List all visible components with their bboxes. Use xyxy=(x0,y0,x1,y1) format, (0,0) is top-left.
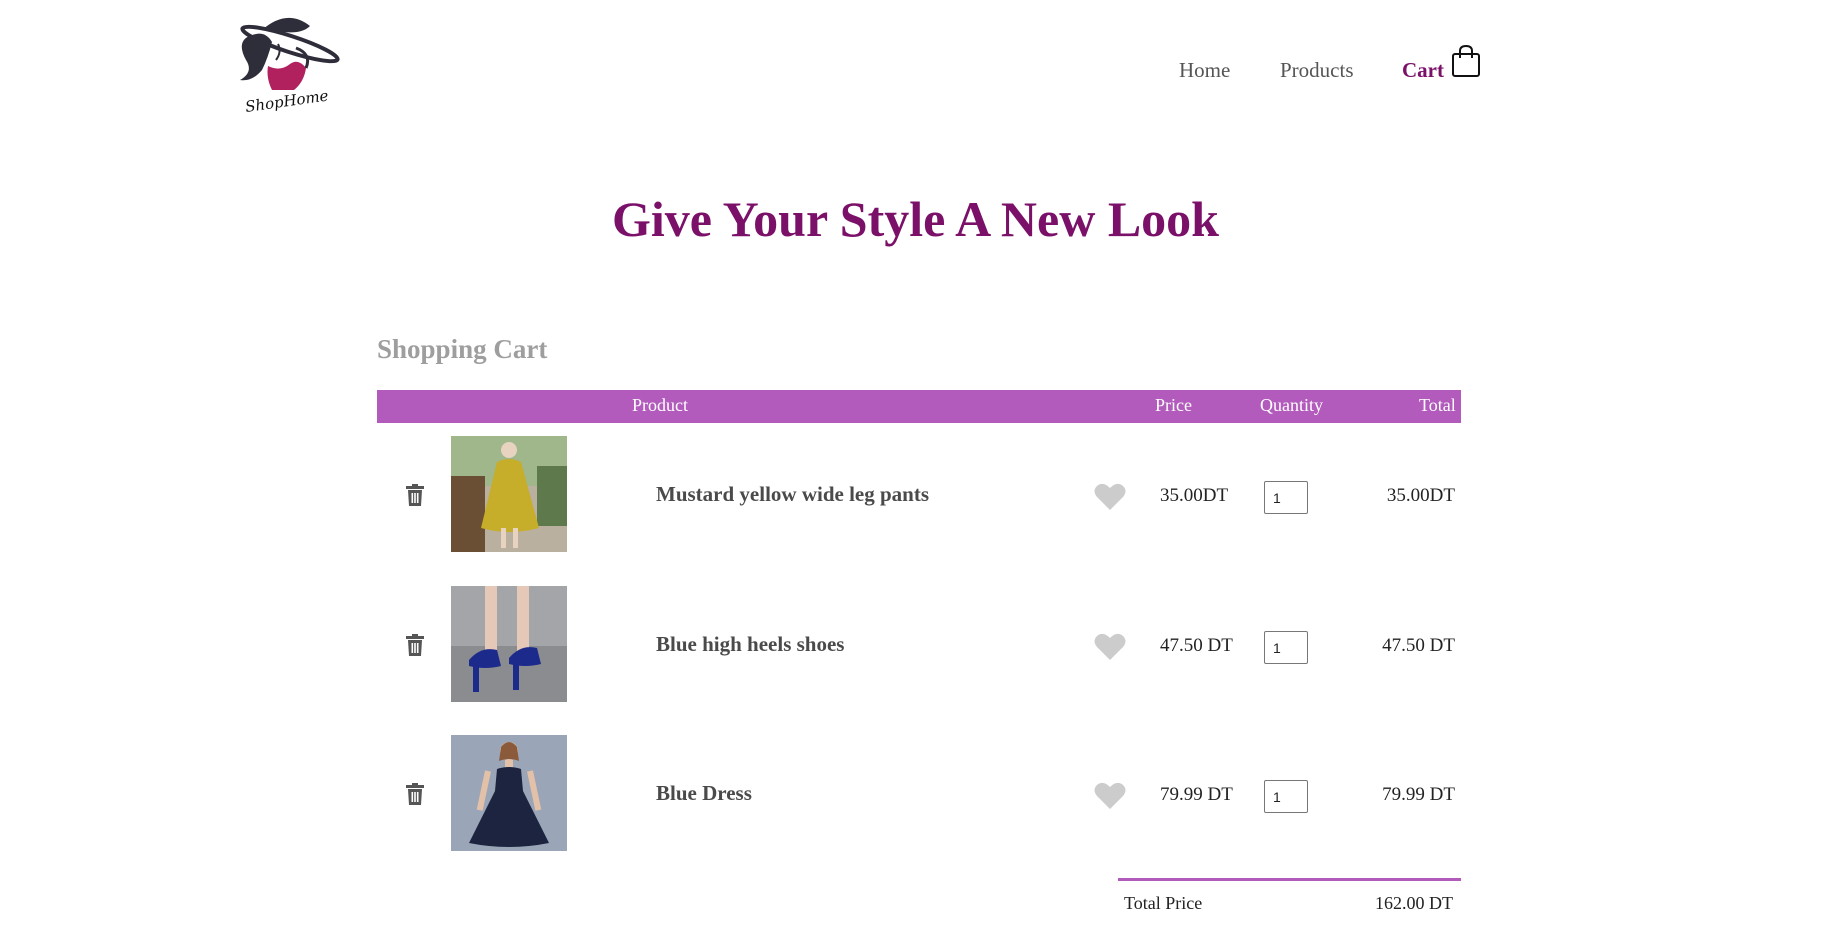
cart-row: Mustard yellow wide leg pants 35.00DT 35… xyxy=(377,436,1461,552)
product-price: 79.99 DT xyxy=(1160,784,1233,805)
row-total: 47.50 DT xyxy=(1382,635,1455,656)
total-price-label: Total Price xyxy=(1124,893,1203,913)
nav-products-link[interactable]: Products xyxy=(1280,58,1354,83)
product-price: 35.00DT xyxy=(1160,485,1229,506)
heart-icon[interactable] xyxy=(1094,782,1126,810)
trash-icon[interactable] xyxy=(405,484,425,506)
row-total: 79.99 DT xyxy=(1382,784,1455,805)
quantity-input[interactable] xyxy=(1264,780,1308,813)
blue-heels-photo xyxy=(451,586,567,702)
quantity-input[interactable] xyxy=(1264,631,1308,664)
product-image-mustard[interactable] xyxy=(451,436,567,552)
cart-row: Blue Dress 79.99 DT 79.99 DT xyxy=(377,735,1461,851)
cart-table-header: Product Price Quantity Total xyxy=(377,390,1461,423)
header-quantity: Quantity xyxy=(1260,395,1323,415)
cart-row: Blue high heels shoes 47.50 DT 47.50 DT xyxy=(377,586,1461,702)
heart-icon[interactable] xyxy=(1094,633,1126,661)
trash-icon[interactable] xyxy=(405,634,425,656)
mustard-outfit-photo xyxy=(451,436,567,552)
row-total: 35.00DT xyxy=(1386,485,1455,506)
header-product: Product xyxy=(632,395,688,415)
header-total: Total xyxy=(1419,395,1456,415)
shopping-bag-icon[interactable] xyxy=(1451,44,1481,78)
nav-home-link[interactable]: Home xyxy=(1179,58,1230,83)
product-name[interactable]: Mustard yellow wide leg pants xyxy=(656,482,929,507)
logo-wordmark: ShopHome xyxy=(244,86,330,116)
nav-cart-link[interactable]: Cart xyxy=(1402,58,1444,83)
total-price-value: 162.00 DT xyxy=(1375,893,1453,913)
header-price: Price xyxy=(1155,395,1192,415)
heart-icon[interactable] xyxy=(1094,483,1126,511)
total-divider xyxy=(1118,878,1461,881)
product-image-dress[interactable] xyxy=(451,735,567,851)
shopping-cart-heading: Shopping Cart xyxy=(377,334,548,364)
blue-dress-photo xyxy=(451,735,567,851)
main-nav: Home Products Cart xyxy=(0,58,1831,88)
product-name[interactable]: Blue high heels shoes xyxy=(656,632,844,657)
product-price: 47.50 DT xyxy=(1160,635,1233,656)
hero-title: Give Your Style A New Look xyxy=(612,191,1219,247)
quantity-input[interactable] xyxy=(1264,481,1308,514)
product-name[interactable]: Blue Dress xyxy=(656,781,752,806)
product-image-heels[interactable] xyxy=(451,586,567,702)
trash-icon[interactable] xyxy=(405,783,425,805)
